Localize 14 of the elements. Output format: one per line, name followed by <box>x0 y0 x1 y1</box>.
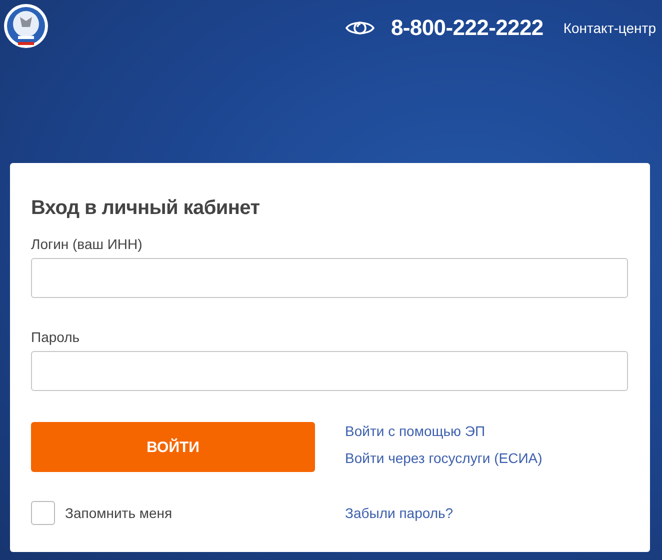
forgot-password-link[interactable]: Забыли пароль? <box>345 505 454 521</box>
contact-center-link[interactable]: Контакт-центр <box>563 20 656 36</box>
form-title: Вход в личный кабинет <box>31 197 261 220</box>
input-field[interactable] <box>31 351 628 391</box>
field-label: Логин (ваш ИНН) <box>31 236 142 252</box>
remember-checkbox[interactable] <box>31 501 55 525</box>
remember-label: Запомнить меня <box>65 505 174 521</box>
phone-number[interactable]: 8-800-222-2222 <box>390 14 544 40</box>
login-button[interactable]: ВОЙТИ <box>31 422 315 472</box>
login-option-link[interactable]: Войти через госуслуги (ЕСИА) <box>345 450 542 466</box>
emblem-logo[interactable] <box>3 2 49 48</box>
login-option-link[interactable]: Войти с помощью ЭП <box>345 423 542 439</box>
input-field[interactable] <box>31 258 628 298</box>
field-label: Пароль <box>31 329 80 345</box>
